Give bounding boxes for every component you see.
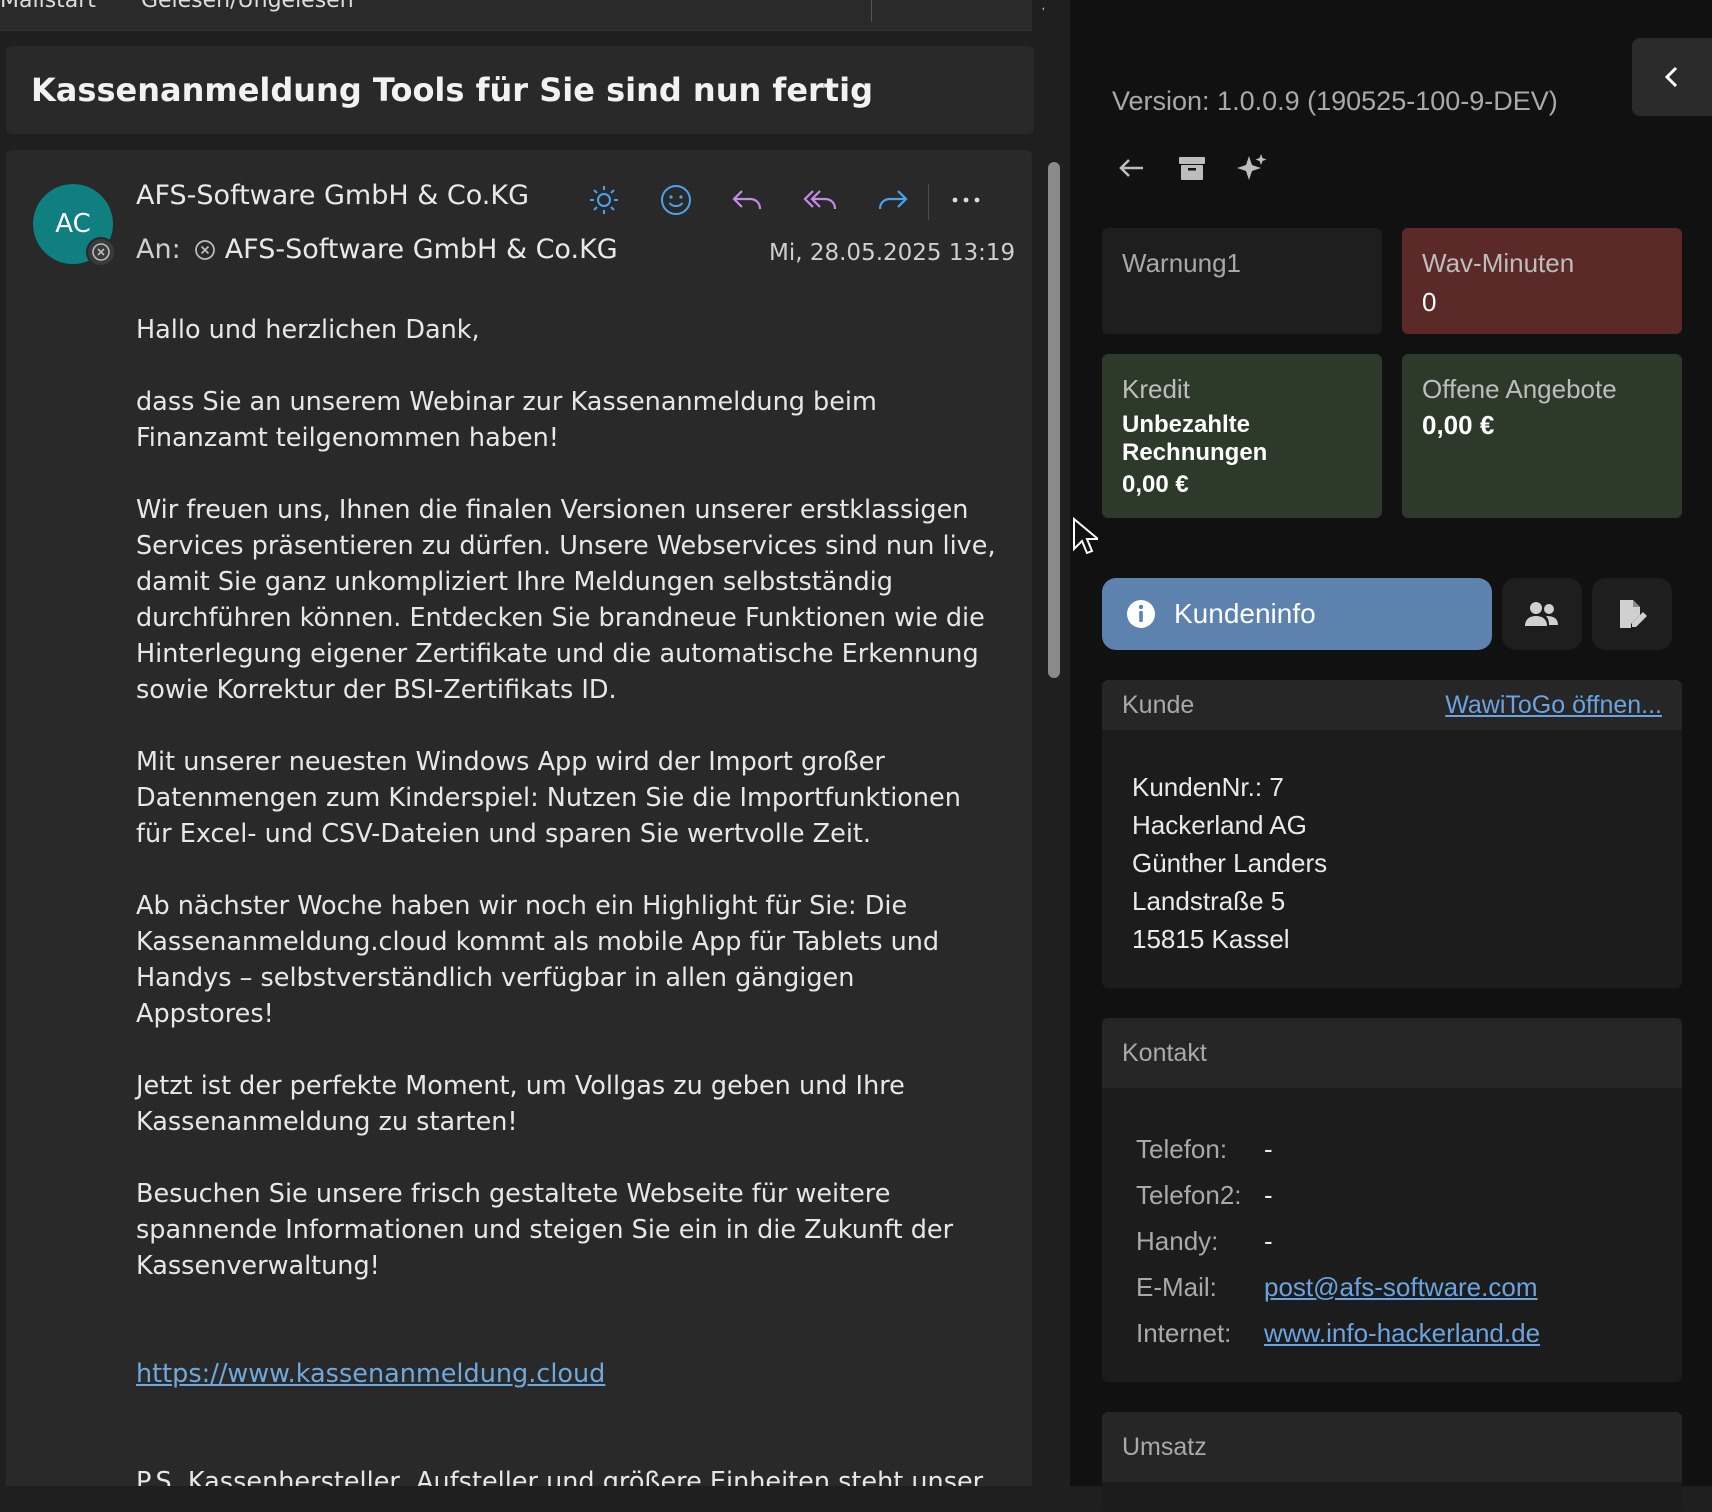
mouse-cursor-icon	[1073, 517, 1098, 555]
contacts-button[interactable]	[1502, 578, 1582, 650]
open-offers-title: Offene Angebote	[1422, 374, 1617, 404]
sender-name[interactable]: AFS-Software GmbH & Co.KG	[136, 180, 529, 211]
contact-row-phone2: Telefon2: -	[1132, 1172, 1540, 1218]
website-link[interactable]: www.info-hackerland.de	[1264, 1318, 1540, 1348]
revenue-card-header[interactable]: Umsatz	[1102, 1412, 1682, 1482]
ribbon-divider	[871, 0, 872, 22]
remove-icon	[194, 239, 215, 260]
reading-pane: Mailstart Gelesen/Ungelesen Kassenanmeld…	[0, 0, 1070, 1486]
to-label: An:	[136, 234, 181, 265]
more-icon[interactable]	[946, 180, 986, 220]
sparkle-icon[interactable]	[1232, 148, 1272, 188]
recipient-name[interactable]: AFS-Software GmbH & Co.KG	[225, 234, 618, 265]
body-paragraph: Wir freuen uns, Ihnen die finalen Versio…	[136, 495, 996, 705]
version-label: Version: 1.0.0.9 (190525-100-9-DEV)	[1112, 86, 1558, 116]
wav-minutes-title: Wav-Minuten	[1422, 248, 1575, 278]
customer-card-header: Kunde WawiToGo öffnen...	[1102, 680, 1682, 730]
contact-label: Telefon2:	[1136, 1179, 1242, 1210]
ribbon-clipped-items: Mailstart Gelesen/Ungelesen	[0, 0, 392, 13]
message-card: AC AFS-Software GmbH & Co.KG An: AFS-Sof…	[6, 150, 1032, 1486]
emoji-icon[interactable]	[656, 180, 696, 220]
company-name: Hackerland AG	[1132, 810, 1307, 840]
contact-row-email: E-Mail: post@afs-software.com	[1132, 1264, 1540, 1310]
documents-button[interactable]	[1592, 578, 1672, 650]
chevron-left-icon	[1664, 66, 1678, 88]
credit-title: Kredit	[1122, 374, 1190, 404]
contact-person: Günther Landers	[1132, 848, 1328, 878]
contact-label: Internet:	[1136, 1317, 1232, 1348]
body-paragraph: Hallo und herzlichen Dank,	[136, 315, 480, 345]
sun-icon[interactable]	[584, 180, 624, 220]
back-arrow-icon[interactable]	[1112, 148, 1152, 188]
wav-minutes-tile: Wav-Minuten 0	[1402, 228, 1682, 334]
contact-table: Telefon: - Telefon2: - Handy: - E-Mail: …	[1132, 1126, 1540, 1356]
reply-all-icon[interactable]	[800, 180, 840, 220]
body-paragraph: Mit unserer neuesten Windows App wird de…	[136, 747, 961, 849]
customer-address: KundenNr.: 7 Hackerland AG Günther Lande…	[1102, 730, 1682, 958]
contact-row-internet: Internet: www.info-hackerland.de	[1132, 1310, 1540, 1356]
body-paragraph: Besuchen Sie unsere frisch gestaltete We…	[136, 1179, 954, 1281]
people-icon	[1525, 602, 1558, 626]
body-paragraph: dass Sie an unserem Webinar zur Kassenan…	[136, 387, 877, 453]
open-wawitogo-link[interactable]: WawiToGo öffnen...	[1445, 691, 1662, 720]
contact-row-phone: Telefon: -	[1132, 1126, 1540, 1172]
body-paragraph: Ab nächster Woche haben wir noch ein Hig…	[136, 891, 940, 1029]
ribbon-toolbar: Mailstart Gelesen/Ungelesen	[0, 0, 1032, 31]
contact-value: -	[1264, 1133, 1273, 1164]
forward-icon[interactable]	[872, 180, 912, 220]
contact-row-mobile: Handy: -	[1132, 1218, 1540, 1264]
warning-title: Warnung1	[1122, 248, 1241, 278]
info-icon	[1127, 600, 1155, 628]
contact-card: Kontakt Telefon: - Telefon2: - Handy: - …	[1102, 1018, 1682, 1382]
addin-panel: Version: 1.0.0.9 (190525-100-9-DEV) Warn…	[1070, 0, 1712, 1512]
message-body: Hallo und herzlichen Dank, dass Sie an u…	[136, 312, 996, 1486]
contact-header-label: Kontakt	[1122, 1038, 1207, 1067]
revenue-card: Umsatz	[1102, 1412, 1682, 1512]
collapse-panel-button[interactable]	[1632, 38, 1712, 116]
contact-label: Telefon:	[1136, 1133, 1228, 1164]
message-subject: Kassenanmeldung Tools für Sie sind nun f…	[6, 46, 1034, 134]
wav-minutes-value: 0	[1422, 287, 1437, 317]
warning-tile: Warnung1	[1102, 228, 1382, 334]
open-offers-value: 0,00 €	[1422, 410, 1495, 440]
contact-card-header: Kontakt	[1102, 1018, 1682, 1088]
contact-label: E-Mail:	[1136, 1271, 1217, 1302]
ribbon-item-read-unread[interactable]: Gelesen/Ungelesen	[141, 0, 354, 13]
contact-label: Handy:	[1136, 1225, 1219, 1256]
street: Landstraße 5	[1132, 886, 1286, 916]
customer-info-label: Kundeninfo	[1174, 598, 1316, 629]
revenue-header-label: Umsatz	[1122, 1432, 1207, 1461]
customer-header-label: Kunde	[1122, 690, 1195, 719]
presence-badge-icon	[86, 237, 116, 267]
customer-number: KundenNr.: 7	[1132, 772, 1284, 802]
credit-tile: Kredit Unbezahlte Rechnungen 0,00 €	[1102, 354, 1382, 518]
unpaid-invoices-label: Unbezahlte Rechnungen	[1122, 411, 1268, 466]
customer-card: Kunde WawiToGo öffnen... KundenNr.: 7 Ha…	[1102, 680, 1682, 988]
body-paragraph: Jetzt ist der perfekte Moment, um Vollga…	[136, 1071, 905, 1137]
archive-icon[interactable]	[1172, 148, 1212, 188]
avatar-initials: AC	[55, 209, 91, 239]
customer-info-button[interactable]: Kundeninfo	[1102, 578, 1492, 650]
contact-value: -	[1264, 1179, 1273, 1210]
open-offers-tile: Offene Angebote 0,00 €	[1402, 354, 1682, 518]
action-divider	[928, 184, 929, 220]
reply-icon[interactable]	[728, 180, 768, 220]
contact-value: -	[1264, 1225, 1273, 1256]
ribbon-item-mailstart[interactable]: Mailstart	[0, 0, 96, 13]
scrollbar-thumb[interactable]	[1048, 162, 1060, 678]
message-date: Mi, 28.05.2025 13:19	[769, 240, 1016, 266]
unpaid-invoices-value: 0,00 €	[1122, 471, 1189, 498]
document-edit-icon	[1620, 600, 1647, 628]
recipient-line: An: AFS-Software GmbH & Co.KG	[136, 234, 618, 265]
body-paragraph: P.S. Kassenhersteller, Aufsteller und gr…	[136, 1467, 984, 1486]
website-link[interactable]: https://www.kassenanmeldung.cloud	[136, 1359, 605, 1389]
postal-city: 15815 Kassel	[1132, 924, 1290, 954]
email-link[interactable]: post@afs-software.com	[1264, 1272, 1537, 1302]
